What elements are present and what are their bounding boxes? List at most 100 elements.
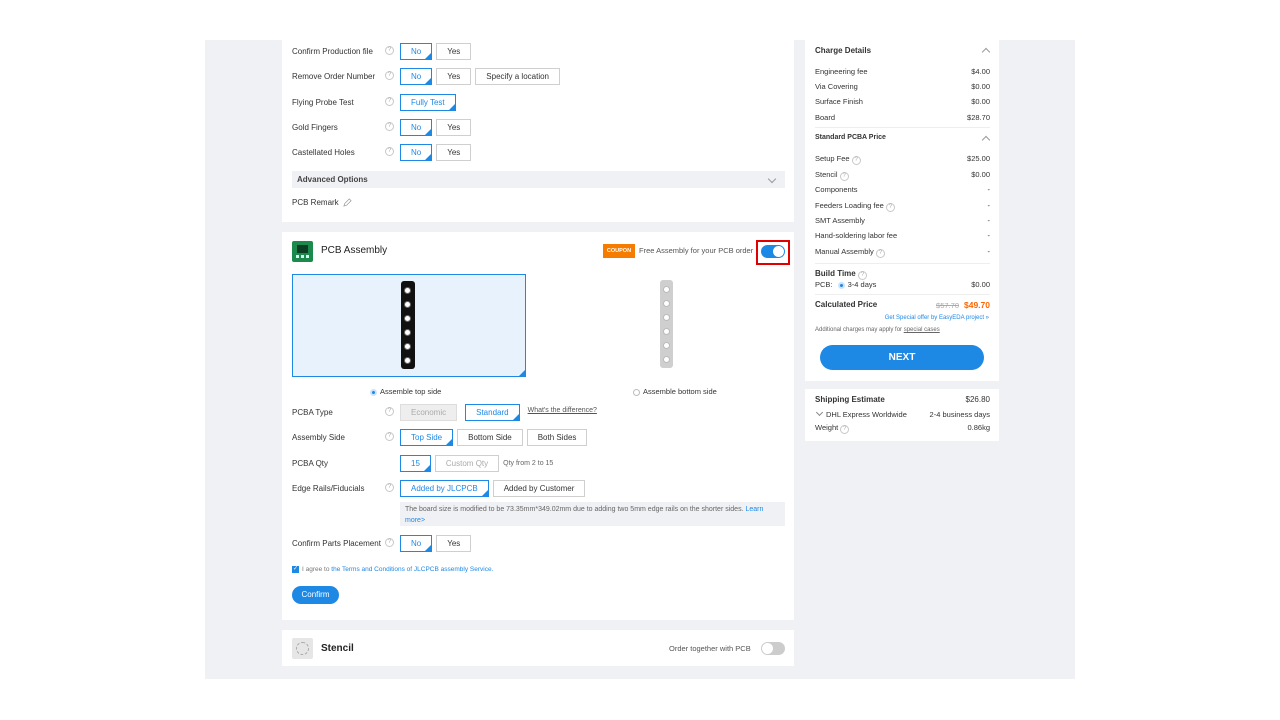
charge-item-value: $0.00	[971, 97, 990, 106]
learn-more-link[interactable]: Learn	[745, 506, 763, 513]
assemble-bottom-radio[interactable]: Assemble bottom side	[633, 387, 717, 396]
help-icon[interactable]: ?	[385, 71, 394, 80]
additional-prefix: Additional charges may apply for	[815, 327, 903, 333]
shipping-header: Shipping Estimate $26.80	[815, 395, 990, 404]
pcba-item-row: Stencil ? $0.00	[815, 170, 990, 181]
pcb-option-label: Remove Order Number	[292, 72, 376, 81]
pcba-item-value: -	[987, 247, 991, 256]
pcba-qty-select[interactable]: 15	[400, 455, 431, 472]
pcb-option-button[interactable]: No	[400, 68, 433, 85]
pcb-option-label: Gold Fingers	[292, 123, 338, 132]
toggle-knob	[762, 643, 773, 654]
edge-rails-jlcpcb[interactable]: Added by JLCPCB	[400, 480, 489, 497]
pcb-assembly-icon	[292, 241, 313, 262]
pcb-remark[interactable]: PCB Remark	[292, 198, 352, 208]
help-icon[interactable]: ?	[385, 483, 394, 492]
charge-item-label: Board	[815, 113, 836, 122]
component-pad	[404, 343, 411, 350]
shipping-days: 2-4 business days	[929, 410, 990, 419]
pcba-item-row: Components -	[815, 185, 990, 194]
pcb-option-button[interactable]: No	[400, 119, 433, 136]
pcb-option-button[interactable]: Specify a location	[475, 68, 560, 85]
pcba-type-difference-link[interactable]: What's the difference?	[528, 404, 597, 421]
assembly-side-label: Assembly Side	[292, 433, 345, 442]
pencil-icon	[343, 198, 352, 208]
confirm-parts-no[interactable]: No	[400, 535, 433, 552]
terms-link[interactable]: the Terms and Conditions of JLCPCB assem…	[331, 566, 493, 573]
component-pad	[663, 300, 670, 307]
advanced-options-bar[interactable]: Advanced Options	[292, 171, 785, 188]
shipping-method: DHL Express Worldwide	[826, 410, 907, 419]
top-side-preview[interactable]	[292, 274, 526, 377]
next-button[interactable]: NEXT	[820, 345, 984, 370]
chevron-down-icon	[815, 408, 824, 417]
pcb-option-label: Flying Probe Test	[292, 98, 354, 107]
calculated-price-title: Calculated Price	[815, 300, 878, 309]
assemble-top-radio[interactable]: Assemble top side	[370, 387, 441, 396]
charge-item-row: Board $28.70	[815, 113, 990, 122]
stencil-toggle[interactable]	[761, 642, 785, 655]
pcba-type-economic[interactable]: Economic	[400, 404, 458, 421]
confirm-button[interactable]: Confirm	[292, 586, 339, 604]
pcb-option-button[interactable]: Yes	[436, 68, 472, 85]
pcba-qty-label: PCBA Qty	[292, 459, 329, 468]
help-icon[interactable]: ?	[385, 432, 394, 441]
help-icon[interactable]: ?	[385, 46, 394, 55]
charge-item-label: Surface Finish	[815, 97, 863, 106]
pcba-item-value: -	[987, 185, 991, 194]
edge-rails-label: Edge Rails/Fiducials	[292, 484, 365, 493]
agree-checkbox[interactable]: ✓	[292, 566, 299, 573]
special-offer-link[interactable]: Get Special offer by EasyEDA project »	[885, 315, 989, 321]
help-icon[interactable]: ?	[885, 203, 895, 212]
edge-rails-customer[interactable]: Added by Customer	[492, 480, 586, 497]
learn-more-link-b[interactable]: more>	[405, 517, 425, 524]
pcb-assembly-title: PCB Assembly	[321, 245, 388, 256]
help-icon[interactable]: ?	[851, 156, 861, 165]
special-cases-link[interactable]: special cases	[904, 327, 940, 333]
standard-pcba-title: Standard PCBA Price	[815, 134, 886, 141]
pcb-remark-label: PCB Remark	[292, 198, 339, 207]
pcba-item-label: Setup Fee	[815, 154, 850, 163]
pcb-option-button[interactable]: No	[400, 144, 433, 161]
edge-note-text: The board size is modified to be 73.35mm…	[405, 506, 744, 513]
pcb-option-button[interactable]: No	[400, 43, 433, 60]
pcb-option-button[interactable]: Yes	[436, 144, 472, 161]
custom-qty-input[interactable]: Custom Qty	[434, 455, 500, 472]
help-icon[interactable]: ?	[385, 97, 394, 106]
assembly-side-top[interactable]: Top Side	[400, 429, 454, 446]
help-icon[interactable]: ?	[385, 147, 394, 156]
help-icon[interactable]: ?	[875, 249, 885, 258]
pcb-option-button[interactable]: Yes	[436, 43, 472, 60]
pcb-option-button[interactable]: Fully Test	[400, 94, 456, 111]
pcb-option-label: Castellated Holes	[292, 148, 355, 157]
charge-details-header[interactable]: Charge Details	[815, 46, 990, 55]
pcba-item-value: -	[987, 231, 991, 240]
pcba-item-row: SMT Assembly -	[815, 216, 990, 225]
assembly-side-both[interactable]: Both Sides	[526, 429, 588, 446]
pcba-type-standard[interactable]: Standard	[465, 404, 520, 421]
pcb-option-button[interactable]: Yes	[436, 119, 472, 136]
help-icon[interactable]: ?	[840, 425, 850, 434]
assemble-bottom-label: Assemble bottom side	[643, 387, 717, 396]
standard-pcba-header[interactable]: Standard PCBA Price	[815, 134, 990, 141]
help-icon[interactable]: ?	[385, 538, 394, 547]
bottom-side-preview[interactable]	[549, 274, 783, 377]
build-time-pcb-row[interactable]: PCB: 3-4 days $0.00	[815, 280, 990, 289]
pcb-option-label: Confirm Production file	[292, 47, 373, 56]
component-pad	[404, 357, 411, 364]
shipping-weight: 0.86kg	[967, 423, 990, 432]
toggle-knob	[773, 246, 784, 257]
assembly-toggle[interactable]	[761, 245, 785, 258]
help-icon[interactable]: ?	[385, 407, 394, 416]
help-icon[interactable]: ?	[385, 122, 394, 131]
board-bottom-image	[660, 280, 673, 368]
pcba-item-label: Stencil	[815, 170, 838, 179]
confirm-parts-yes[interactable]: Yes	[436, 535, 472, 552]
help-icon[interactable]: ?	[857, 271, 867, 280]
help-icon[interactable]: ?	[839, 172, 849, 181]
assembly-side-bottom[interactable]: Bottom Side	[457, 429, 523, 446]
pcba-item-value: $0.00	[971, 170, 990, 179]
pcba-item-row: Manual Assembly ? -	[815, 247, 990, 258]
build-pcb-label: PCB:	[815, 280, 833, 289]
shipping-method-row[interactable]: DHL Express Worldwide 2-4 business days	[815, 408, 990, 419]
